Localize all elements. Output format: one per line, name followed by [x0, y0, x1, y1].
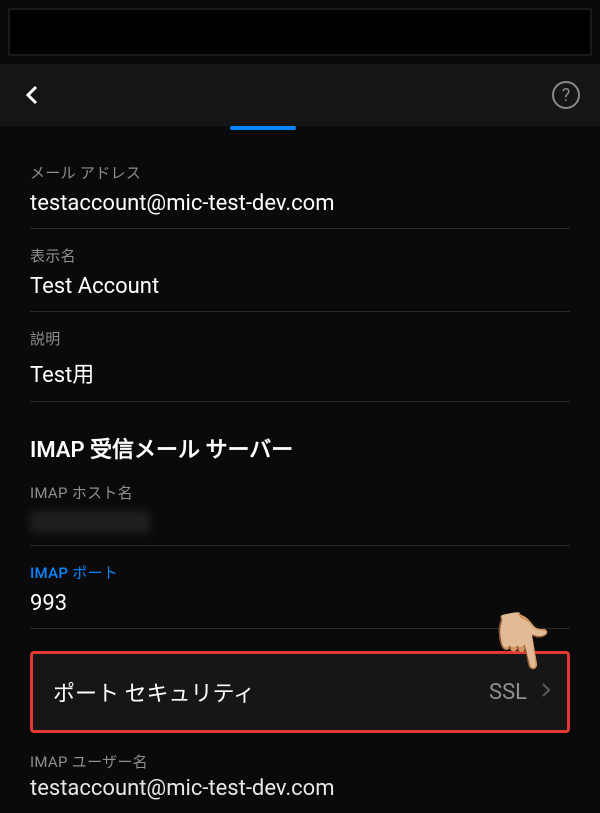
description-value: Test用 — [30, 357, 570, 389]
email-label: メール アドレス — [30, 162, 570, 183]
email-value: testaccount@mic-test-dev.com — [30, 191, 570, 216]
navigation-bar: ? — [0, 64, 600, 126]
email-field-group[interactable]: メール アドレス testaccount@mic-test-dev.com — [30, 162, 570, 229]
pointing-hand-icon: 👇🏼 — [483, 602, 563, 679]
description-label: 説明 — [30, 328, 570, 349]
port-security-value: SSL — [489, 680, 527, 705]
imap-section-header: IMAP 受信メール サーバー — [30, 432, 570, 464]
display-name-label: 表示名 — [30, 245, 570, 266]
top-placeholder — [8, 8, 592, 56]
port-security-value-wrap: SSL — [489, 680, 555, 705]
port-security-label: ポート セキュリティ — [53, 676, 255, 708]
chevron-right-icon — [537, 680, 555, 705]
imap-host-label: IMAP ホスト名 — [30, 482, 570, 503]
imap-host-redacted — [30, 511, 150, 533]
help-icon: ? — [562, 85, 571, 106]
help-button[interactable]: ? — [552, 81, 580, 109]
imap-username-value: testaccount@mic-test-dev.com — [30, 776, 570, 801]
back-button[interactable] — [20, 83, 44, 107]
imap-port-label: IMAP ポート — [30, 562, 570, 583]
imap-username-label: IMAP ユーザー名 — [30, 751, 570, 772]
form-content: メール アドレス testaccount@mic-test-dev.com 表示… — [0, 130, 600, 813]
imap-host-field-group[interactable]: IMAP ホスト名 — [30, 482, 570, 546]
display-name-value: Test Account — [30, 274, 570, 299]
imap-port-value: 993 — [30, 591, 570, 616]
port-security-row[interactable]: ポート セキュリティ SSL — [30, 651, 570, 733]
display-name-field-group[interactable]: 表示名 Test Account — [30, 245, 570, 312]
imap-username-field-group[interactable]: IMAP ユーザー名 testaccount@mic-test-dev.com — [30, 751, 570, 813]
description-field-group[interactable]: 説明 Test用 — [30, 328, 570, 402]
